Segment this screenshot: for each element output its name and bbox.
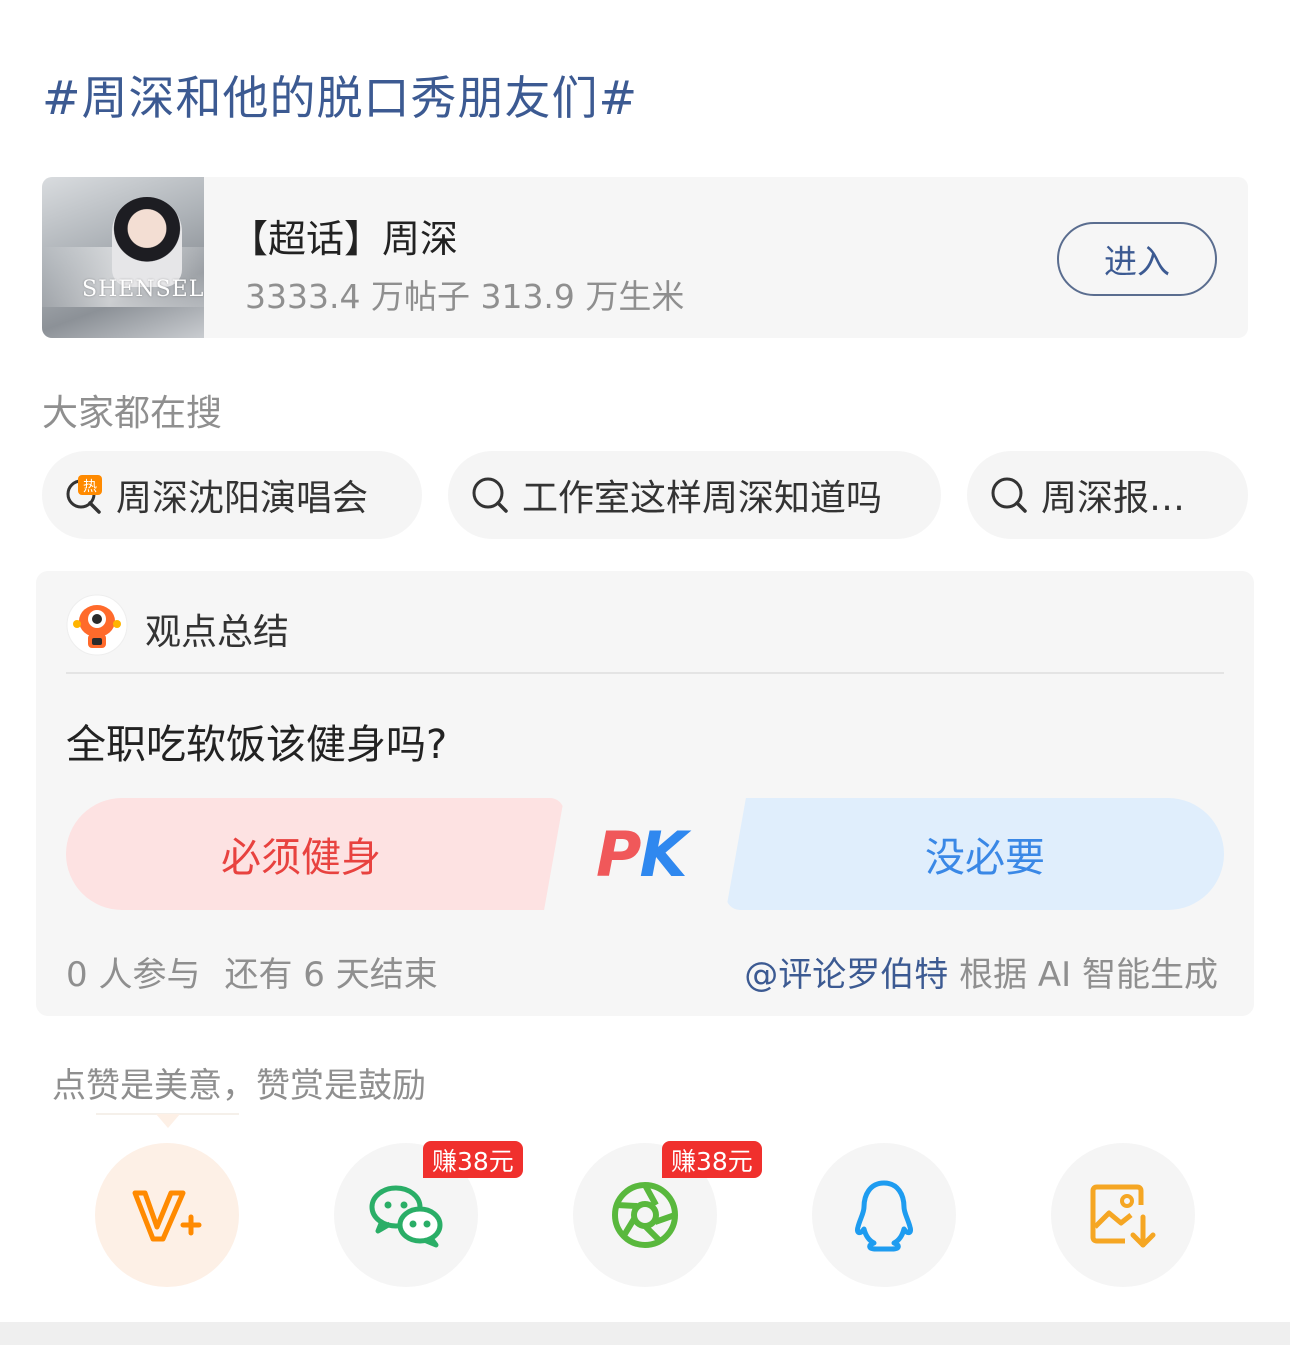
save-image-button[interactable]: [1051, 1143, 1195, 1287]
reward-pointer: [156, 1114, 180, 1128]
bottom-bar: [0, 1322, 1290, 1345]
time-remaining: 还有 6 天结束: [224, 955, 438, 995]
bot-mention-link[interactable]: @评论罗伯特: [744, 955, 948, 995]
participant-count: 0 人参与: [66, 955, 201, 995]
pk-k: K: [639, 818, 687, 891]
search-chip-label: 周深报…: [1041, 478, 1186, 519]
search-icon: [991, 477, 1027, 513]
svg-text:热: 热: [83, 479, 97, 495]
page: #周深和他的脱口秀朋友们# SHENSELF 【超话】周深 3333.4 万帖子…: [0, 0, 1290, 1345]
vote-option-must-exercise[interactable]: 必须健身: [66, 798, 564, 910]
search-chip-label: 工作室这样周深知道吗: [522, 478, 883, 519]
earn-badge: 赚38元: [423, 1141, 523, 1178]
moments-icon: [612, 1182, 678, 1248]
save-image-icon: [1090, 1184, 1156, 1248]
qq-icon: [855, 1180, 913, 1252]
search-chip[interactable]: 热 周深沈阳演唱会: [42, 451, 422, 539]
opinion-heading: 观点总结: [145, 612, 290, 653]
v-plus-icon: [132, 1190, 202, 1242]
bot-avatar-icon: [66, 594, 128, 656]
cover-text: SHENSELF: [82, 277, 204, 302]
cover-portrait: [112, 197, 182, 287]
super-topic-name[interactable]: 【超话】周深: [230, 208, 458, 263]
share-qq-button[interactable]: [812, 1143, 956, 1287]
pk-p: P: [596, 818, 641, 891]
search-chip[interactable]: 工作室这样周深知道吗: [448, 451, 941, 539]
search-chip-label: 周深沈阳演唱会: [116, 478, 369, 519]
super-topic-stats: 3333.4 万帖子 313.9 万生米: [245, 277, 685, 316]
hot-search-icon: 热: [66, 475, 102, 514]
search-heading: 大家都在搜: [42, 393, 223, 434]
enter-button[interactable]: 进入: [1057, 222, 1217, 296]
earn-badge: 赚38元: [662, 1141, 762, 1178]
super-topic-cover: SHENSELF: [42, 177, 204, 338]
reward-prompt: 点赞是美意，赞赏是鼓励: [52, 1066, 426, 1106]
vote-question: 全职吃软饭该健身吗?: [66, 722, 448, 768]
topic-title[interactable]: #周深和他的脱口秀朋友们#: [42, 62, 638, 128]
vote-meta: 0 人参与 还有 6 天结束: [66, 947, 438, 996]
ai-note-text: 根据 AI 智能生成: [948, 955, 1218, 995]
reward-button[interactable]: [95, 1143, 239, 1287]
ai-generated-note: @评论罗伯特 根据 AI 智能生成: [744, 947, 1218, 996]
divider: [66, 672, 1224, 674]
pk-label: PK: [596, 818, 688, 891]
vote-option-not-needed[interactable]: 没必要: [726, 798, 1224, 910]
search-icon: [472, 477, 508, 513]
wechat-icon: [369, 1185, 443, 1248]
search-chip[interactable]: 周深报…: [967, 451, 1248, 539]
